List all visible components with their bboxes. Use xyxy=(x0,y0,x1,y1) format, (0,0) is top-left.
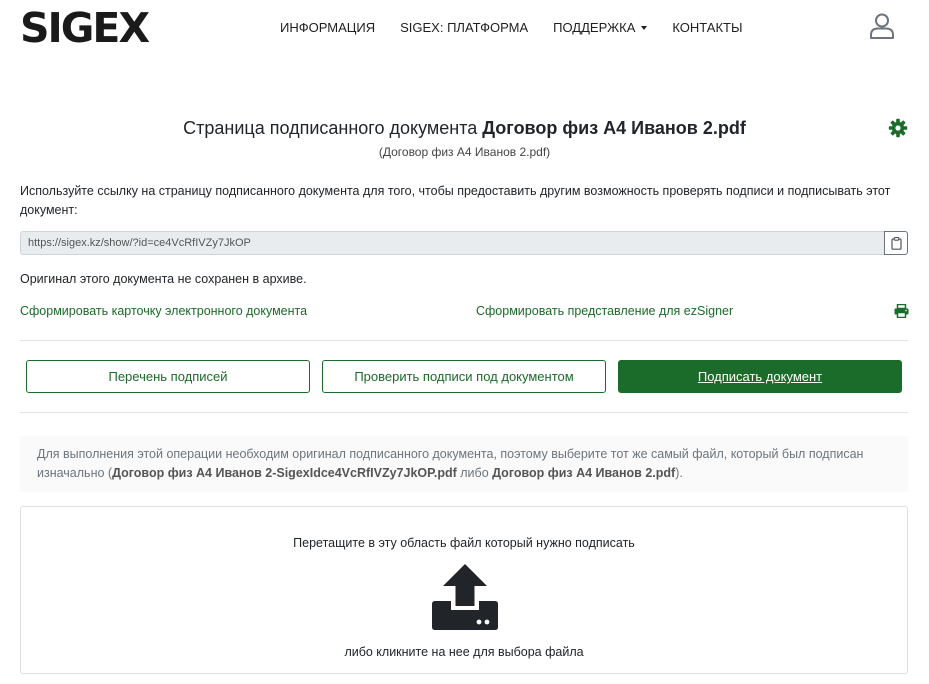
copy-link-button[interactable] xyxy=(884,231,908,255)
user-icon[interactable] xyxy=(868,12,896,40)
nav-item-contacts[interactable]: КОНТАКТЫ xyxy=(672,20,742,36)
caret-down-icon xyxy=(641,25,648,30)
notice-text: ). xyxy=(675,466,683,480)
upload-icon xyxy=(432,564,498,630)
generate-ezsigner-link[interactable]: Сформировать представление для ezSigner xyxy=(476,304,733,318)
clipboard-icon xyxy=(891,237,902,250)
archive-status-text: Оригинал этого документа не сохранен в а… xyxy=(20,272,307,286)
gear-icon[interactable] xyxy=(888,118,908,138)
nav-item-info[interactable]: ИНФОРМАЦИЯ xyxy=(280,20,375,36)
nav-item-platform[interactable]: SIGEX: ПЛАТФОРМА xyxy=(400,20,528,36)
main-nav: ИНФОРМАЦИЯ SIGEX: ПЛАТФОРМА ПОДДЕРЖКА КО… xyxy=(280,20,768,36)
divider xyxy=(20,412,908,413)
signatures-list-button[interactable]: Перечень подписей xyxy=(26,360,310,393)
generate-card-link[interactable]: Сформировать карточку электронного докум… xyxy=(20,304,307,318)
notice-file-original: Договор физ А4 Иванов 2.pdf xyxy=(492,466,676,480)
original-file-notice: Для выполнения этой операции необходим о… xyxy=(20,436,908,492)
document-name: Договор физ А4 Иванов 2.pdf xyxy=(482,118,746,138)
verify-signatures-button[interactable]: Проверить подписи под документом xyxy=(322,360,606,393)
share-description: Используйте ссылку на страницу подписанн… xyxy=(20,184,891,217)
sigex-logo[interactable]: SIGEX xyxy=(20,6,150,50)
page-title: Страница подписанного документа Договор … xyxy=(0,118,929,139)
nav-item-support[interactable]: ПОДДЕРЖКА xyxy=(553,20,648,36)
dropzone-drag-text: Перетащите в эту область файл который ну… xyxy=(293,536,635,550)
header: SIGEX ИНФОРМАЦИЯ SIGEX: ПЛАТФОРМА ПОДДЕР… xyxy=(0,0,929,60)
sign-document-button[interactable]: Подписать документ xyxy=(618,360,902,393)
divider xyxy=(20,340,908,341)
notice-file-sigex: Договор физ А4 Иванов 2-SigexIdce4VcRfIV… xyxy=(112,466,457,480)
printer-icon[interactable] xyxy=(894,304,909,318)
nav-item-support-label: ПОДДЕРЖКА xyxy=(553,20,636,35)
share-link-field[interactable]: https://sigex.kz/show/?id=ce4VcRfIVZy7Jk… xyxy=(20,231,884,255)
page-subtitle: (Договор физ А4 Иванов 2.pdf) xyxy=(378,145,551,159)
file-dropzone[interactable]: Перетащите в эту область файл который ну… xyxy=(20,506,908,674)
page-title-prefix: Страница подписанного документа xyxy=(183,118,478,138)
notice-text: либо xyxy=(456,466,493,480)
dropzone-click-text: либо кликните на нее для выбора файла xyxy=(344,645,584,659)
